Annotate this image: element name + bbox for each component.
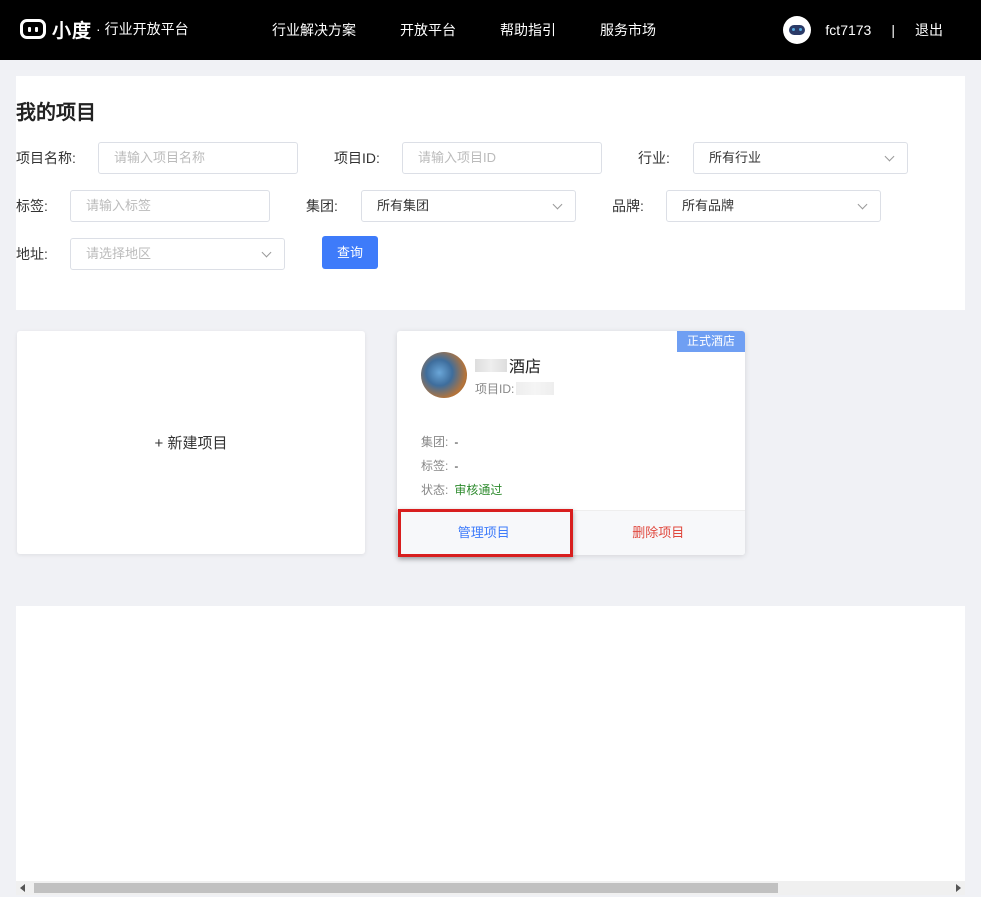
- page-bottom: [16, 606, 965, 881]
- chevron-down-icon: [884, 151, 895, 162]
- tag-label: 标签:: [16, 198, 48, 214]
- chevron-down-icon: [261, 247, 272, 258]
- redacted-text: [475, 358, 507, 372]
- industry-label: 行业:: [638, 150, 670, 166]
- horizontal-scrollbar[interactable]: [16, 881, 965, 895]
- project-status: 状态: 审核通过: [421, 481, 502, 498]
- nav-service-market[interactable]: 服务市场: [600, 20, 656, 40]
- project-name: 酒店: [475, 353, 541, 377]
- redacted-id: [516, 382, 555, 395]
- chevron-down-icon: [552, 199, 563, 210]
- project-name-input[interactable]: 请输入项目名称: [98, 142, 298, 174]
- logout-link[interactable]: 退出: [915, 20, 943, 40]
- group-select-value: 所有集团: [377, 198, 430, 213]
- user-area: fct7173 | 退出: [783, 0, 943, 60]
- divider: |: [891, 22, 895, 38]
- project-avatar: [421, 352, 467, 398]
- project-id-label: 项目ID:: [334, 150, 380, 166]
- brand-select[interactable]: 所有品牌: [666, 190, 881, 222]
- chevron-down-icon: [857, 199, 868, 210]
- page-title: 我的项目: [16, 102, 96, 124]
- project-card: 正式酒店 酒店 项目ID: 集团: - 标签: - 状态: 审核通过 管理项目 删除项…: [397, 331, 745, 555]
- scroll-right-arrow-icon[interactable]: [956, 884, 961, 892]
- project-name-suffix: 酒店: [509, 359, 542, 376]
- project-tag: 标签: -: [421, 457, 458, 474]
- nav-industry-solutions[interactable]: 行业解决方案: [272, 20, 356, 40]
- tag-value: -: [454, 459, 459, 473]
- top-navbar: 小度 · 行业开放平台 行业解决方案 开放平台 帮助指引 服务市场 fct717…: [0, 0, 981, 60]
- logo-text: 小度: [52, 20, 93, 42]
- status-badge: 正式酒店: [677, 331, 745, 352]
- card-actions: 管理项目 删除项目: [397, 510, 745, 555]
- industry-select-value: 所有行业: [709, 150, 762, 165]
- group-select[interactable]: 所有集团: [361, 190, 576, 222]
- project-group: 集团: -: [421, 433, 458, 450]
- scroll-left-arrow-icon[interactable]: [20, 884, 25, 892]
- new-project-card[interactable]: + 新建项目: [17, 331, 365, 554]
- group-label: 集团:: [306, 198, 338, 214]
- filter-panel: 我的项目 项目名称: 请输入项目名称 项目ID: 请输入项目ID 行业: 所有行…: [16, 76, 965, 310]
- manage-project-button[interactable]: 管理项目: [397, 511, 571, 555]
- new-project-label: + 新建项目: [154, 435, 228, 452]
- industry-select[interactable]: 所有行业: [693, 142, 908, 174]
- group-key: 集团:: [421, 435, 449, 449]
- scrollbar-thumb[interactable]: [34, 883, 778, 893]
- brand-select-value: 所有品牌: [682, 198, 735, 213]
- address-select-placeholder: 请选择地区: [86, 246, 152, 261]
- project-name-label: 项目名称:: [16, 150, 76, 166]
- main-nav: 行业解决方案 开放平台 帮助指引 服务市场: [272, 0, 700, 60]
- brand-label: 品牌:: [612, 198, 644, 214]
- nav-open-platform[interactable]: 开放平台: [400, 20, 456, 40]
- tag-key: 标签:: [421, 459, 449, 473]
- logo[interactable]: 小度 · 行业开放平台: [20, 16, 189, 42]
- query-button[interactable]: 查询: [322, 236, 378, 269]
- delete-project-button[interactable]: 删除项目: [570, 511, 746, 555]
- address-select[interactable]: 请选择地区: [70, 238, 285, 270]
- nav-help-guide[interactable]: 帮助指引: [500, 20, 556, 40]
- username[interactable]: fct7173: [825, 22, 871, 38]
- status-key: 状态:: [421, 483, 449, 497]
- project-id-label: 项目ID:: [475, 382, 515, 396]
- project-id: 项目ID:: [475, 380, 555, 397]
- status-value: 审核通过: [454, 483, 503, 497]
- project-id-input[interactable]: 请输入项目ID: [402, 142, 602, 174]
- user-avatar-icon[interactable]: [783, 16, 812, 44]
- xiaodu-logo-icon: [20, 19, 46, 39]
- tag-input[interactable]: 请输入标签: [70, 190, 270, 222]
- group-value: -: [454, 435, 459, 449]
- address-label: 地址:: [16, 246, 48, 262]
- logo-subtitle: · 行业开放平台: [96, 21, 189, 37]
